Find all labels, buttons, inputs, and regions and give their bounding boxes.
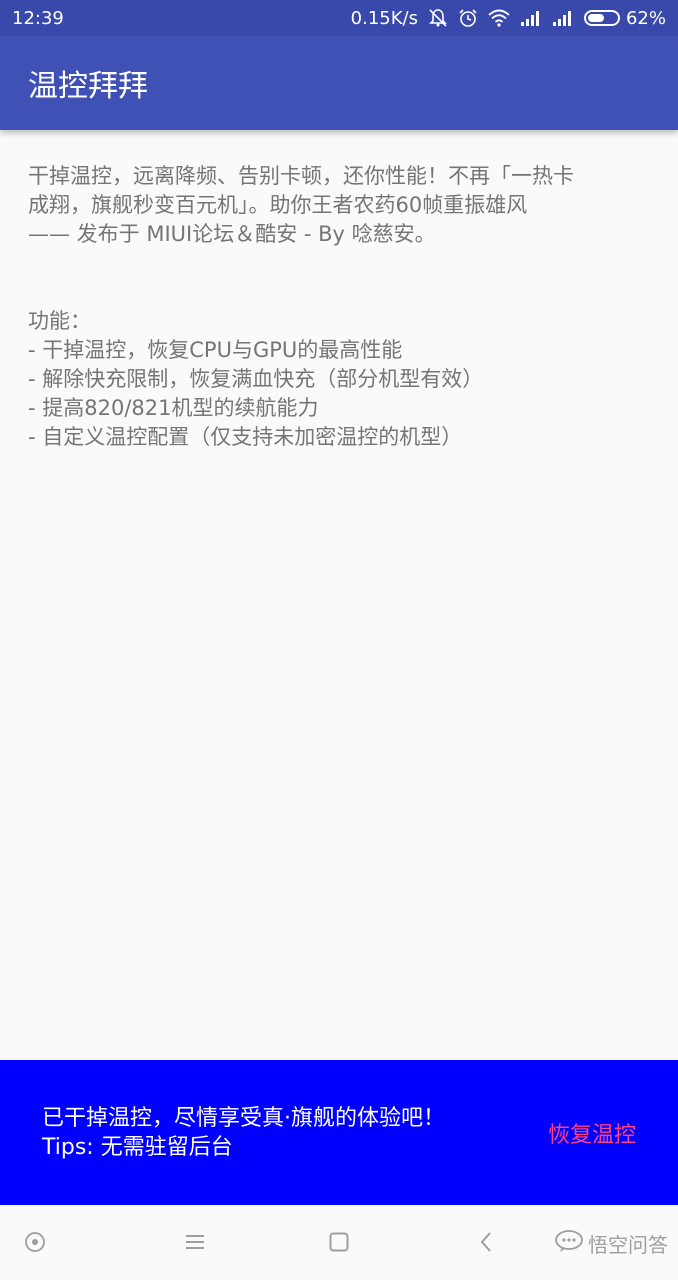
battery: 62% (583, 7, 666, 29)
alarm-icon (458, 8, 478, 28)
features-title: 功能： (28, 309, 91, 333)
battery-percent: 62% (625, 7, 666, 29)
signal-icon (552, 10, 574, 26)
watermark-logo-icon (554, 1229, 584, 1258)
nav-bar: 悟空问答 (0, 1205, 678, 1280)
back-icon[interactable] (476, 1231, 498, 1257)
watermark: 悟空问答 (554, 1229, 668, 1258)
main-content: 干掉温控，远离降频、告别卡顿，还你性能！不再「一热卡 成翔，旗舰秒变百元机」。助… (28, 162, 648, 452)
signal-icon (520, 10, 542, 26)
menu-icon[interactable] (184, 1231, 206, 1257)
status-banner: 已干掉温控，尽情享受真·旗舰的体验吧！ Tips: 无需驻留后台 恢复温控 (0, 1060, 678, 1205)
feature-item: - 解除快充限制，恢复满血快充（部分机型有效） (28, 367, 484, 391)
wifi-icon (488, 9, 510, 27)
banner-message: 已干掉温控，尽情享受真·旗舰的体验吧！ (42, 1106, 445, 1131)
mute-icon (428, 8, 448, 28)
intro-line: 干掉温控，远离降频、告别卡顿，还你性能！不再「一热卡 (28, 164, 574, 188)
status-bar: 12:39 0.15K/s 62% (0, 0, 678, 36)
watermark-text: 悟空问答 (588, 1233, 668, 1257)
home-icon[interactable] (328, 1231, 350, 1257)
assistant-icon[interactable] (24, 1231, 46, 1257)
intro-line: —— 发布于 MIUI论坛＆酷安 - By 唸慈安。 (28, 222, 436, 246)
feature-item: - 提高820/821机型的续航能力 (28, 396, 319, 420)
restore-thermal-button[interactable]: 恢复温控 (548, 1117, 636, 1149)
intro-line: 成翔，旗舰秒变百元机」。助你王者农药60帧重振雄风 (28, 193, 528, 217)
app-bar: 温控拜拜 (0, 36, 678, 130)
feature-item: - 自定义温控配置（仅支持未加密温控的机型） (28, 425, 463, 449)
status-time: 12:39 (12, 7, 64, 29)
feature-item: - 干掉温控，恢复CPU与GPU的最高性能 (28, 338, 403, 362)
battery-level (587, 14, 604, 22)
features-section: 功能： - 干掉温控，恢复CPU与GPU的最高性能 - 解除快充限制，恢复满血快… (28, 307, 648, 452)
app-title: 温控拜拜 (28, 69, 148, 104)
battery-icon (583, 10, 620, 26)
banner-tips: Tips: 无需驻留后台 (42, 1135, 233, 1160)
status-icons: 0.15K/s 62% (351, 8, 666, 29)
net-speed: 0.15K/s (350, 7, 418, 29)
